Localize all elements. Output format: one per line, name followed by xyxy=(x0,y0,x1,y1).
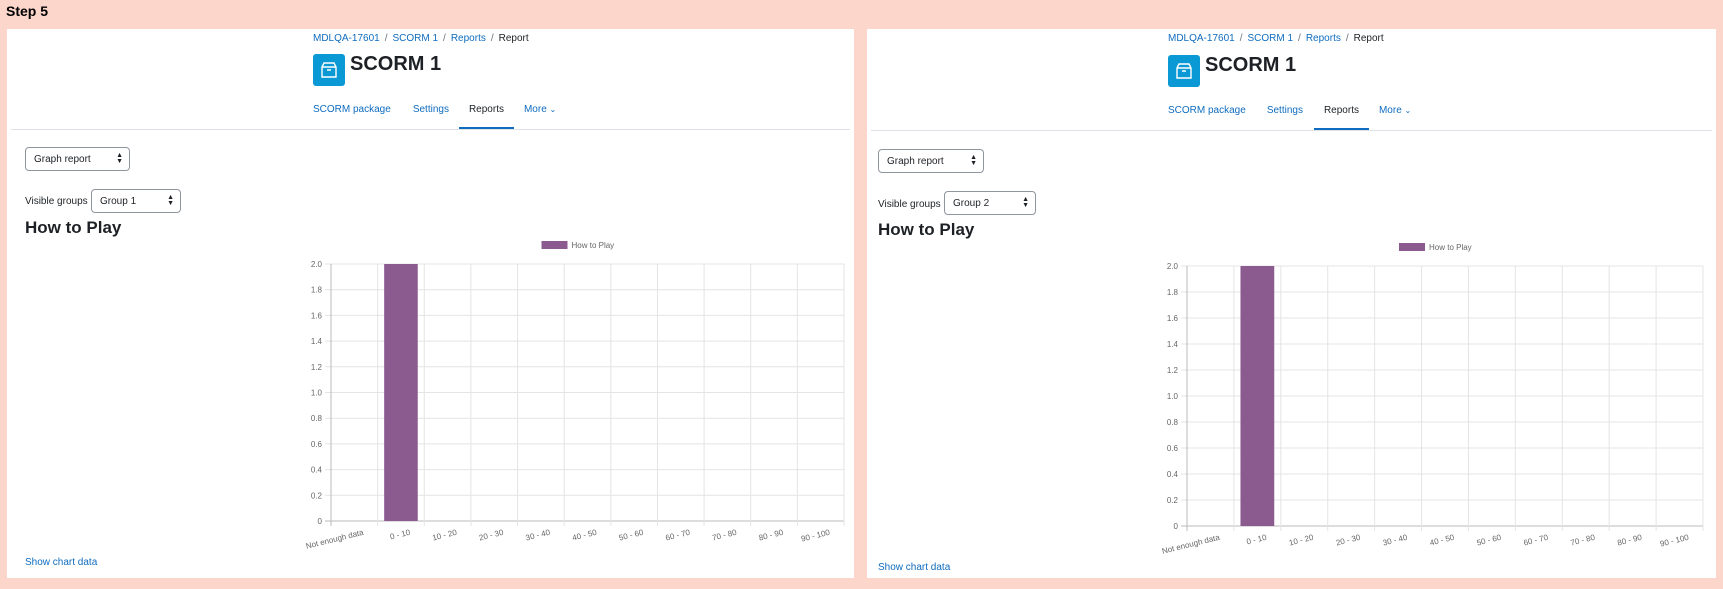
x-tick-label: 50 - 60 xyxy=(618,528,645,543)
x-tick-label: 70 - 80 xyxy=(711,528,738,543)
y-tick-label: 1.6 xyxy=(1167,314,1179,323)
y-tick-label: 1.0 xyxy=(1167,392,1179,401)
y-tick-label: 0 xyxy=(318,517,323,526)
show-chart-data-link[interactable]: Show chart data xyxy=(878,562,950,573)
grade-chart: How to Play 0 0.2 0.4 0.6 0.8 1.0 1.2 1.4 1.6 1.8 2… xyxy=(1161,243,1704,556)
x-tick-label: Not enough data xyxy=(305,528,365,551)
show-chart-data-link[interactable]: Show chart data xyxy=(25,557,97,568)
x-tick-label: 90 - 100 xyxy=(800,528,831,544)
x-tick-label: 40 - 50 xyxy=(1429,533,1456,548)
step-title: Step 5 xyxy=(6,3,49,19)
x-tick-label: 80 - 90 xyxy=(758,528,785,543)
y-tick-label: 1.2 xyxy=(311,363,323,372)
x-tick-label: 40 - 50 xyxy=(571,528,598,543)
legend-label[interactable]: How to Play xyxy=(1429,243,1472,252)
x-tick-label: 60 - 70 xyxy=(665,528,692,543)
y-tick-label: 2.0 xyxy=(1167,262,1179,271)
x-tick-label: 30 - 40 xyxy=(1382,533,1409,548)
y-tick-label: 0.4 xyxy=(311,466,323,475)
y-tick-label: 1.4 xyxy=(1167,340,1179,349)
x-tick-label: 0 - 10 xyxy=(389,528,412,542)
bar[interactable] xyxy=(1240,266,1275,526)
x-tick-label: 20 - 30 xyxy=(478,528,505,543)
y-tick-label: 1.6 xyxy=(311,311,323,320)
y-tick-label: 0.2 xyxy=(1167,496,1179,505)
x-tick-label: 80 - 90 xyxy=(1616,533,1643,548)
report-panel-left: MDLQA-17601/SCORM 1/Reports / Report SCORM… xyxy=(7,29,854,578)
x-tick-label: 10 - 20 xyxy=(1288,533,1315,548)
y-tick-label: 1.8 xyxy=(311,286,323,295)
y-tick-label: 0.8 xyxy=(311,414,323,423)
x-tick-label: 0 - 10 xyxy=(1246,533,1269,547)
report-panel-right: MDLQA-17601/SCORM 1/Reports / Report SCORM… xyxy=(867,29,1716,578)
y-tick-label: 0 xyxy=(1174,522,1179,531)
y-tick-label: 1.4 xyxy=(311,337,323,346)
x-tick-label: 50 - 60 xyxy=(1476,533,1503,548)
y-tick-label: 0.6 xyxy=(1167,444,1179,453)
legend-label[interactable]: How to Play xyxy=(572,241,615,250)
y-tick-label: 2.0 xyxy=(311,260,323,269)
legend-swatch[interactable] xyxy=(1399,243,1425,251)
y-tick-label: 0.4 xyxy=(1167,470,1179,479)
x-tick-label: 70 - 80 xyxy=(1570,533,1597,548)
grade-chart: How to Play 0 0.2 0.4 0.6 0.8 1.0 1.2 1.4 1.6 1.8 2… xyxy=(305,241,845,551)
x-tick-label: 90 - 100 xyxy=(1659,533,1690,549)
y-tick-label: 0.2 xyxy=(311,491,323,500)
y-tick-label: 0.8 xyxy=(1167,418,1179,427)
y-tick-label: 1.0 xyxy=(311,389,323,398)
legend-swatch[interactable] xyxy=(541,241,568,249)
y-tick-label: 1.2 xyxy=(1167,366,1179,375)
y-tick-label: 1.8 xyxy=(1167,288,1179,297)
y-tick-label: 0.6 xyxy=(311,440,323,449)
x-tick-label: Not enough data xyxy=(1161,533,1221,556)
x-tick-label: 60 - 70 xyxy=(1523,533,1550,548)
x-tick-label: 10 - 20 xyxy=(431,528,458,543)
x-tick-label: 20 - 30 xyxy=(1335,533,1362,548)
x-tick-label: 30 - 40 xyxy=(525,528,552,543)
bar[interactable] xyxy=(384,264,418,521)
